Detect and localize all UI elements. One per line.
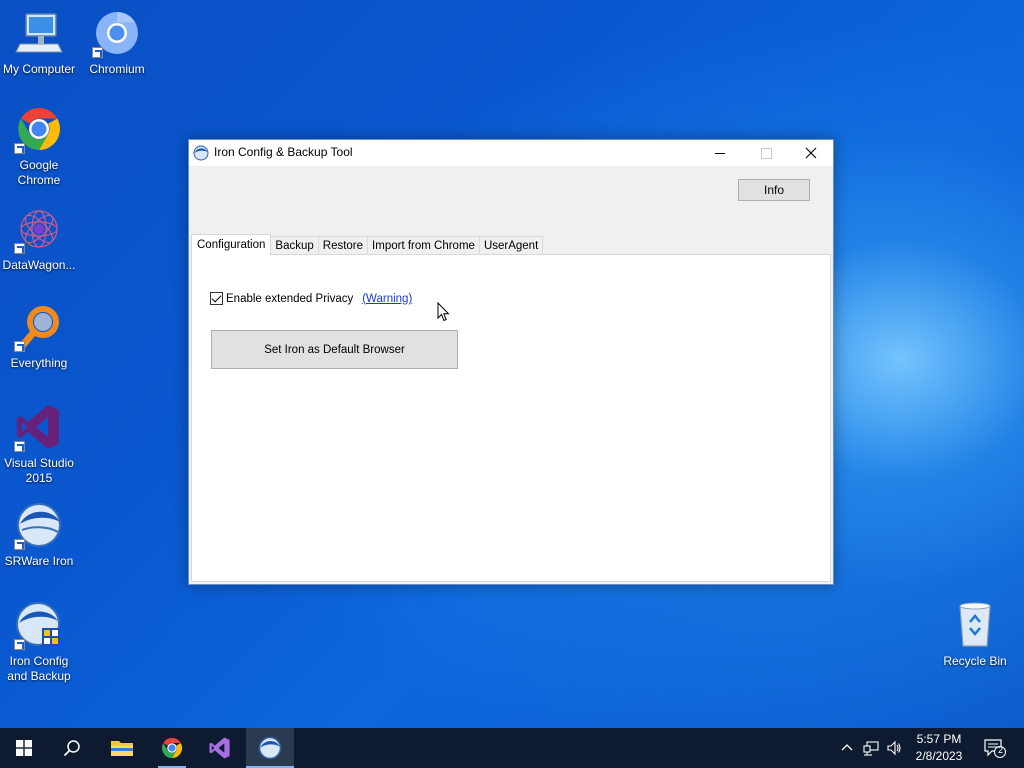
tab-configuration[interactable]: Configuration [191, 234, 272, 255]
start-button[interactable] [0, 728, 48, 768]
desktop-icon-label: Recycle Bin [943, 654, 1007, 668]
tab-strip: Configuration Backup Restore Import from… [191, 234, 544, 255]
window-titlebar[interactable]: Iron Config & Backup Tool [189, 140, 833, 166]
iron-config-backup-icon [14, 600, 64, 650]
notification-count-badge: 2 [997, 745, 1003, 755]
search-icon [63, 740, 80, 757]
taskbar: 5:57 PM 2/8/2023 2 [0, 728, 1024, 768]
desktop-icon-label: Visual Studio 2015 [4, 456, 74, 485]
desktop-icon-label: My Computer [2, 62, 76, 76]
desktop-icon-everything[interactable]: Everything [0, 302, 78, 371]
privacy-checkbox-label[interactable]: Enable extended Privacy [226, 293, 353, 305]
action-center-button[interactable]: 2 [984, 738, 1006, 758]
search-button[interactable] [48, 728, 96, 768]
shortcut-arrow-icon [14, 639, 25, 650]
close-icon [805, 147, 817, 159]
taskbar-google-chrome[interactable] [148, 728, 196, 768]
warning-link[interactable]: (Warning) [362, 293, 412, 305]
srware-iron-icon [14, 500, 64, 550]
desktop-icon-label: Everything [10, 356, 68, 370]
shortcut-arrow-icon [14, 143, 25, 154]
mouse-cursor-icon [437, 301, 451, 322]
taskbar-file-explorer[interactable] [98, 728, 146, 768]
show-hidden-icons-chevron-icon[interactable] [840, 740, 856, 756]
tab-backup[interactable]: Backup [270, 236, 319, 255]
desktop: My Computer Chromium Google Chrome DataW… [0, 0, 1024, 768]
chromium-icon [92, 8, 142, 58]
desktop-icon-srware-iron[interactable]: SRWare Iron [0, 500, 78, 569]
desktop-icon-label: Google Chrome [17, 158, 61, 187]
visual-studio-icon [209, 737, 230, 759]
info-button[interactable]: Info [738, 179, 810, 201]
desktop-icon-label: SRWare Iron [4, 554, 74, 568]
clock-time: 5:57 PM [916, 732, 962, 746]
shortcut-arrow-icon [14, 441, 25, 452]
computer-icon [14, 8, 64, 58]
close-button[interactable] [788, 140, 834, 166]
iron-app-icon [258, 736, 282, 760]
shortcut-arrow-icon [14, 243, 25, 254]
google-chrome-icon [14, 104, 64, 154]
desktop-icon-label: Iron Config and Backup [7, 654, 71, 683]
taskbar-iron-config-backup[interactable] [246, 728, 294, 768]
everything-search-icon [14, 302, 64, 352]
privacy-option-row: Enable extended Privacy (Warning) [210, 292, 412, 305]
taskbar-visual-studio[interactable] [196, 728, 244, 768]
set-default-browser-button[interactable]: Set Iron as Default Browser [211, 330, 458, 369]
minimize-button[interactable] [697, 140, 743, 166]
taskbar-clock[interactable]: 5:57 PM 2/8/2023 [905, 731, 973, 765]
shortcut-arrow-icon [14, 539, 25, 550]
iron-app-icon [193, 145, 209, 161]
shortcut-arrow-icon [14, 341, 25, 352]
desktop-icon-datawagon[interactable]: DataWagon... [0, 204, 78, 273]
recycle-bin-icon [950, 600, 1000, 650]
enable-extended-privacy-checkbox[interactable] [210, 292, 223, 305]
windows-logo-icon [16, 740, 32, 756]
desktop-icon-label: DataWagon... [2, 258, 76, 272]
window-title: Iron Config & Backup Tool [214, 145, 353, 159]
desktop-icon-iron-config-backup[interactable]: Iron Config and Backup [0, 600, 78, 684]
desktop-icon-recycle-bin[interactable]: Recycle Bin [936, 600, 1014, 669]
google-chrome-icon [162, 737, 183, 759]
desktop-icon-my-computer[interactable]: My Computer [0, 8, 78, 77]
desktop-icon-label: Chromium [89, 62, 145, 76]
desktop-icon-visual-studio[interactable]: Visual Studio 2015 [0, 402, 78, 486]
network-icon[interactable] [863, 740, 879, 756]
minimize-icon [714, 152, 725, 154]
tab-useragent[interactable]: UserAgent [478, 236, 544, 255]
clock-date: 2/8/2023 [915, 749, 963, 763]
maximize-icon [760, 147, 772, 159]
configuration-panel: Enable extended Privacy (Warning) Set Ir… [191, 254, 831, 582]
shortcut-arrow-icon [92, 47, 103, 58]
iron-config-window: Iron Config & Backup Tool Info Configura… [188, 139, 834, 585]
visual-studio-icon [14, 402, 64, 452]
folder-icon [111, 741, 133, 756]
datawagon-icon [14, 204, 64, 254]
maximize-button[interactable] [743, 140, 789, 166]
desktop-icon-google-chrome[interactable]: Google Chrome [0, 104, 78, 188]
tab-restore[interactable]: Restore [317, 236, 369, 255]
volume-icon[interactable] [886, 740, 902, 756]
tab-import-from-chrome[interactable]: Import from Chrome [367, 236, 480, 255]
desktop-icon-chromium[interactable]: Chromium [78, 8, 156, 77]
